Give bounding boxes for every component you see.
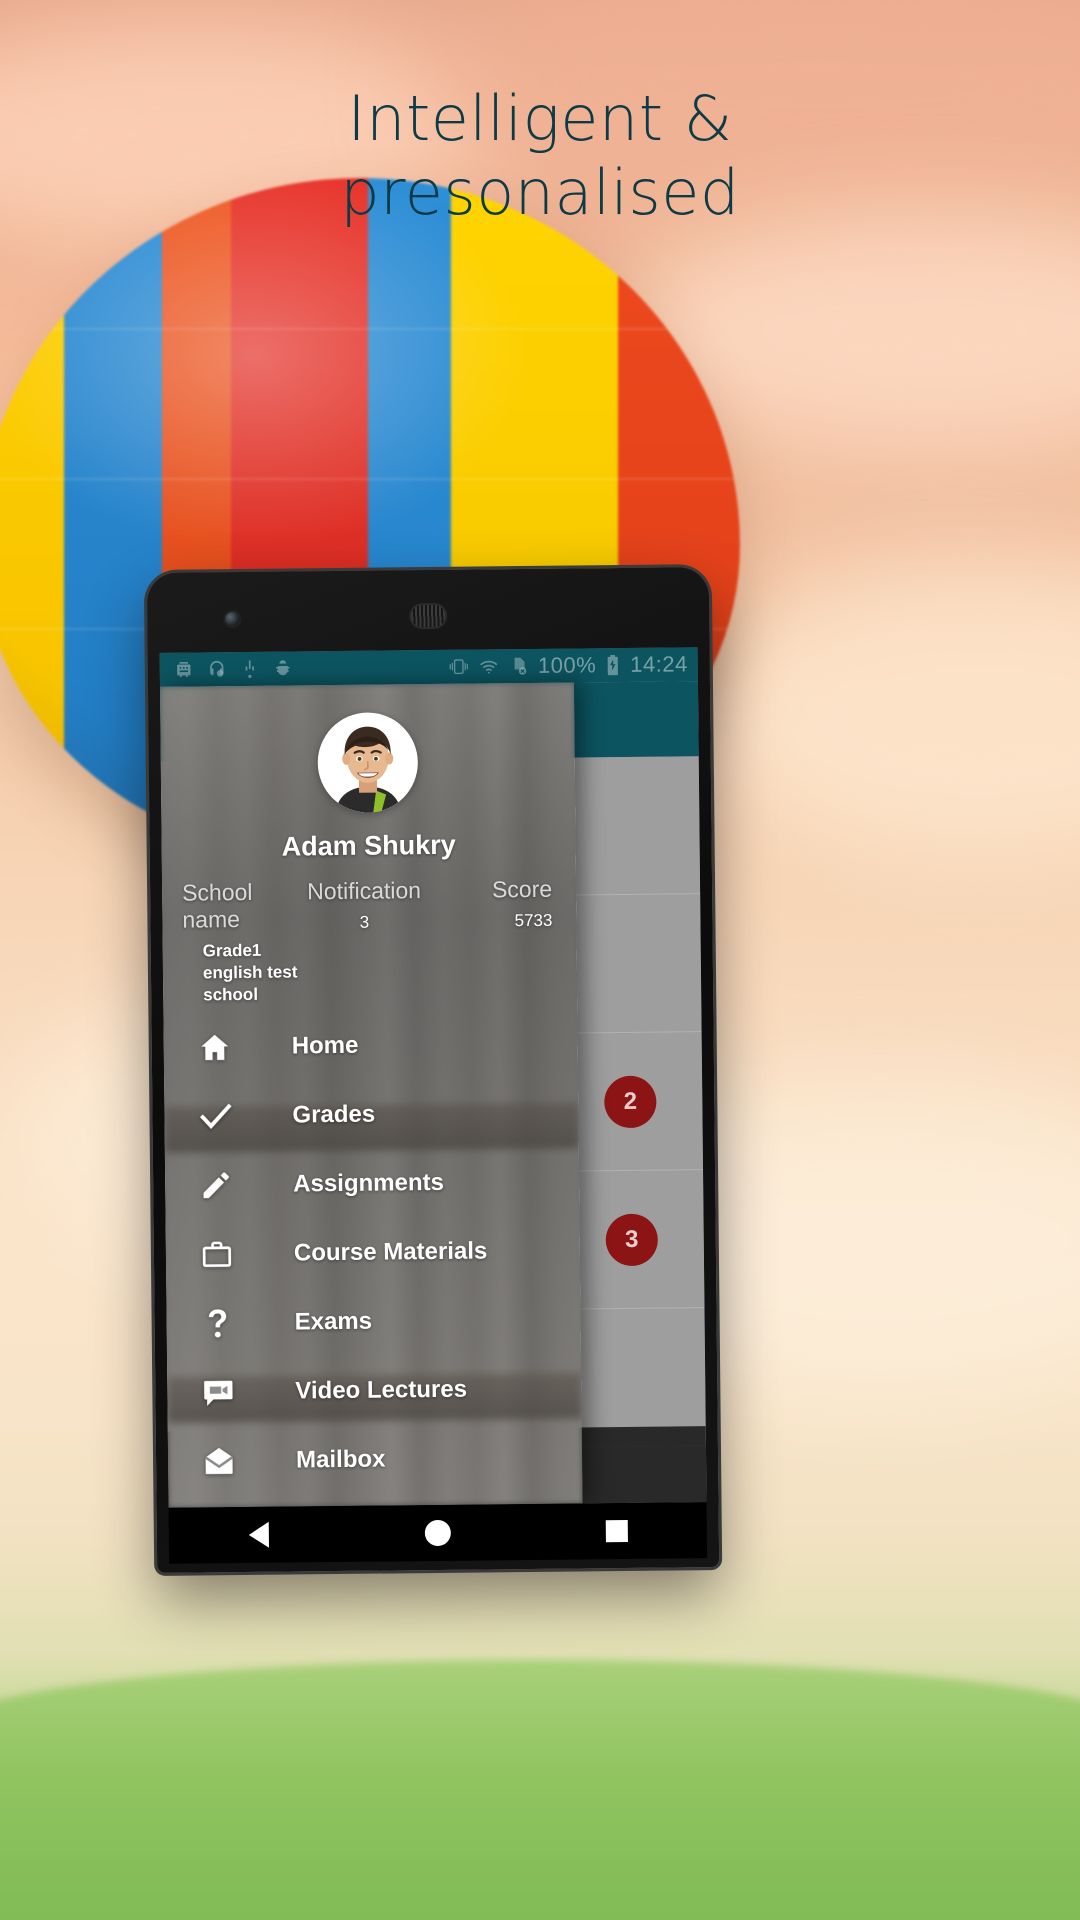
status-badge: 2 [604, 1075, 657, 1128]
menu-item-label: Assignments [293, 1168, 445, 1197]
menu-item-mailbox[interactable]: Mailbox [168, 1422, 583, 1495]
front-camera-icon [225, 612, 240, 627]
headline-line-2: presonalised [340, 156, 740, 229]
android-nav-bar [168, 1502, 708, 1564]
earpiece-speaker-icon [411, 604, 446, 628]
stat-school: School name Grade1 english test school [176, 878, 303, 1006]
navigation-drawer: Adam Shukry School name Grade1 english t… [159, 682, 583, 1508]
usb-icon [240, 659, 260, 679]
check-icon [192, 1094, 238, 1138]
wifi-icon [478, 656, 500, 676]
recents-button[interactable] [582, 1511, 652, 1552]
grass-field [0, 1660, 1080, 1920]
menu-item-assignments[interactable]: Assignments [165, 1146, 580, 1219]
menu-item-label: Course Materials [293, 1236, 488, 1266]
school-value-line-2: english test [202, 962, 298, 983]
drawer-menu: Home Grades Assignments Course Materials… [163, 1002, 582, 1507]
stat-notification: Notification 3 [301, 877, 428, 1005]
cloud-wisp [700, 560, 1080, 860]
home-button[interactable] [403, 1513, 473, 1554]
clock-label: 14:24 [630, 651, 688, 677]
stat-value-school: Grade1 english test school [177, 939, 303, 1006]
emulator-icon [174, 659, 194, 679]
stat-value-score: 5733 [514, 910, 553, 931]
menu-item-label: Video Lectures [295, 1375, 468, 1404]
battery-percent-label: 100% [537, 652, 597, 678]
promo-screenshot: Intelligent & presonalised 100% 14:24 2 … [0, 0, 1080, 1920]
envelope-icon [196, 1439, 242, 1483]
menu-item-label: Mailbox [295, 1445, 386, 1473]
bug-icon [273, 658, 293, 678]
briefcase-icon [194, 1232, 240, 1276]
menu-item-exams[interactable]: Exams [166, 1284, 581, 1357]
profile-name: Adam Shukry [281, 829, 456, 862]
status-badge: 3 [605, 1213, 659, 1266]
menu-item-label: Exams [294, 1307, 373, 1335]
stat-value-notification: 3 [359, 912, 370, 932]
menu-item-video-lectures[interactable]: Video Lectures [167, 1353, 582, 1426]
school-value-line-3: school [203, 984, 259, 1005]
no-sdcard-icon [509, 656, 529, 676]
pencil-icon [193, 1163, 239, 1207]
menu-item-course-materials[interactable]: Course Materials [166, 1215, 581, 1288]
phone-screen: 100% 14:24 2 3 Adam Shukry School name G… [159, 647, 707, 1508]
headset-icon [207, 659, 227, 679]
menu-item-home[interactable]: Home [163, 1008, 578, 1081]
video-chat-icon [195, 1370, 241, 1414]
school-value-line-1: Grade1 [202, 940, 262, 961]
menu-item-grades[interactable]: Grades [164, 1077, 579, 1150]
stat-label-school: School name [181, 878, 253, 933]
promo-headline: Intelligent & presonalised [0, 82, 1080, 230]
headline-line-1: Intelligent & [347, 82, 733, 155]
battery-icon [605, 654, 621, 676]
stat-score: Score 5733 [427, 876, 564, 1004]
home-icon [192, 1025, 238, 1069]
phone-device-frame: 100% 14:24 2 3 Adam Shukry School name G… [146, 567, 720, 1573]
question-mark-icon [194, 1301, 240, 1345]
stat-label-notification: Notification [307, 877, 422, 905]
status-bar: 100% 14:24 [159, 647, 698, 687]
menu-item-label: Home [291, 1031, 359, 1059]
stat-label-score: Score [491, 875, 553, 903]
back-button[interactable] [223, 1514, 293, 1555]
profile-stats: School name Grade1 english test school N… [162, 875, 577, 1006]
vibrate-icon [449, 657, 469, 677]
student-avatar [317, 712, 419, 814]
avatar[interactable] [317, 712, 419, 814]
drawer-header: Adam Shukry School name Grade1 english t… [160, 683, 577, 1007]
menu-item-label: Grades [292, 1100, 376, 1128]
